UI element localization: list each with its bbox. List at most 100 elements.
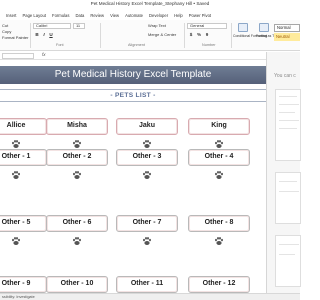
paw-icon xyxy=(12,237,20,245)
menu-item-page-layout[interactable]: Page Layout xyxy=(22,13,46,18)
style-neutral-button[interactable]: Neutral xyxy=(274,33,300,41)
preview-line xyxy=(279,112,295,113)
font-size-select[interactable]: 11 xyxy=(73,23,85,29)
preview-line xyxy=(279,191,299,192)
status-bar: ssibility: Investigate xyxy=(0,293,300,300)
pet-name: Other - 9 xyxy=(1,280,31,287)
font-name-select[interactable]: Calibri xyxy=(33,23,71,29)
template-title: Pet Medical History Excel Template xyxy=(54,69,212,80)
number-format-select[interactable]: General xyxy=(187,23,227,29)
template-banner: Pet Medical History Excel Template xyxy=(0,66,266,84)
italic-button[interactable]: I xyxy=(41,32,47,38)
ribbon-separator xyxy=(30,23,31,48)
style-normal-button[interactable]: Normal xyxy=(274,24,300,32)
merge-center-button[interactable]: Merge & Center xyxy=(148,32,176,37)
pet-name: Other - 1 xyxy=(1,153,31,160)
ribbon: Cut Copy Format Painter Calibri 11 B I U… xyxy=(0,20,300,51)
menu-item-review[interactable]: Review xyxy=(90,13,104,18)
pet-card[interactable]: Other - 2 xyxy=(46,149,108,166)
accessibility-status[interactable]: ssibility: Investigate xyxy=(2,295,35,299)
menu-item-help[interactable]: Help xyxy=(174,13,183,18)
pet-card[interactable]: Other - 10 xyxy=(46,276,108,293)
pet-name: Other - 8 xyxy=(204,219,234,226)
pet-card[interactable]: Jaku xyxy=(116,118,178,135)
paw-icon xyxy=(143,237,151,245)
pet-name: Other - 3 xyxy=(132,153,162,160)
menu-item-power-pivot[interactable]: Power Pivot xyxy=(189,13,211,18)
title-bar: Pet Medical History Excel Template_Steph… xyxy=(0,0,300,10)
preview-line xyxy=(279,104,299,105)
window-title: Pet Medical History Excel Template_Steph… xyxy=(90,1,210,6)
pet-card[interactable]: Other - 12 xyxy=(188,276,250,293)
paw-icon xyxy=(143,171,151,179)
bold-button[interactable]: B xyxy=(34,32,40,38)
pets-list-header: - PETS LIST - xyxy=(0,89,266,102)
preview-line xyxy=(279,96,297,97)
paw-icon xyxy=(73,171,81,179)
preview-line xyxy=(279,181,297,182)
preview-line xyxy=(279,120,299,121)
wrap-text-button[interactable]: Wrap Text xyxy=(148,23,166,28)
format-as-table-icon[interactable] xyxy=(259,23,269,32)
menu-item-developer[interactable]: Developer xyxy=(149,13,168,18)
menu-item-insert[interactable]: Insert xyxy=(6,13,16,18)
pet-name: King xyxy=(211,122,227,129)
paw-icon xyxy=(73,140,81,148)
underline-button[interactable]: U xyxy=(48,32,54,38)
pets-list-label: - PETS LIST - xyxy=(110,92,156,99)
menu-item-automate[interactable]: Automate xyxy=(125,13,143,18)
formula-bar: fx xyxy=(0,52,300,60)
percent-button[interactable]: % xyxy=(196,32,202,38)
paw-icon xyxy=(12,140,20,148)
pet-name: Other - 6 xyxy=(62,219,92,226)
pet-name: Other - 11 xyxy=(130,280,164,287)
task-pane-hint: You can c xyxy=(274,73,296,79)
paw-icon xyxy=(215,171,223,179)
group-number-label: Number xyxy=(202,43,216,47)
menu-item-formulas[interactable]: Formulas xyxy=(52,13,69,18)
pet-name: Other - 2 xyxy=(62,153,92,160)
pet-card[interactable]: Other - 6 xyxy=(46,215,108,232)
currency-button[interactable]: $ xyxy=(188,32,194,38)
pet-card[interactable]: Other - 7 xyxy=(116,215,178,232)
comma-button[interactable]: 9 xyxy=(204,32,210,38)
preview-line xyxy=(279,244,299,245)
paw-icon xyxy=(215,140,223,148)
pet-card[interactable]: Other - 8 xyxy=(188,215,250,232)
paw-icon xyxy=(73,237,81,245)
pet-name: Other - 5 xyxy=(1,219,31,226)
menu-bar: Insert Page Layout Formulas Data Review … xyxy=(0,11,300,20)
name-box[interactable] xyxy=(2,53,34,59)
pet-card[interactable]: Other - 4 xyxy=(188,149,250,166)
ribbon-separator xyxy=(231,23,232,48)
format-painter-button[interactable]: Format Painter xyxy=(2,35,28,40)
preview-line xyxy=(279,128,297,129)
ribbon-separator xyxy=(184,23,185,48)
group-alignment-label: Alignment xyxy=(128,43,145,47)
task-pane: You can c xyxy=(266,52,301,293)
pet-card[interactable]: Other - 9 xyxy=(0,276,47,293)
pet-card[interactable]: Other - 3 xyxy=(116,149,178,166)
pet-card[interactable]: Other - 5 xyxy=(0,215,47,232)
fx-label: fx xyxy=(42,52,46,57)
template-preview-card[interactable] xyxy=(275,89,301,161)
template-preview-card[interactable] xyxy=(275,235,301,287)
pet-card[interactable]: Other - 1 xyxy=(0,149,47,166)
paw-icon xyxy=(12,171,20,179)
pet-card[interactable]: Allice xyxy=(0,118,47,135)
cut-button[interactable]: Cut xyxy=(2,23,8,28)
conditional-formatting-icon[interactable] xyxy=(238,23,248,32)
menu-item-view[interactable]: View xyxy=(110,13,119,18)
pet-card[interactable]: Misha xyxy=(46,118,108,135)
pet-card[interactable]: Other - 11 xyxy=(116,276,178,293)
worksheet[interactable]: Pet Medical History Excel Template - PET… xyxy=(0,61,266,293)
pet-card[interactable]: King xyxy=(188,118,250,135)
copy-button[interactable]: Copy xyxy=(2,29,11,34)
paw-icon xyxy=(143,140,151,148)
template-preview-card[interactable] xyxy=(275,172,301,224)
preview-line xyxy=(279,254,295,255)
paw-icon xyxy=(215,237,223,245)
pet-name: Allice xyxy=(6,122,26,129)
pet-name: Jaku xyxy=(139,122,155,129)
menu-item-data[interactable]: Data xyxy=(75,13,84,18)
